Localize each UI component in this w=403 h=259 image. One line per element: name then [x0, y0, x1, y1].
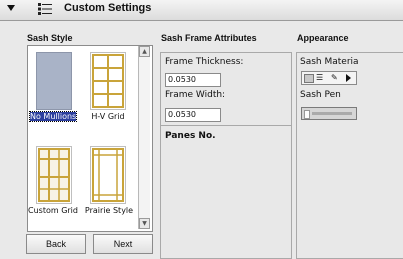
prairie-style-icon: [92, 148, 124, 202]
page-title: Custom Settings: [64, 2, 152, 14]
sash-material-picker[interactable]: ☰ ✎: [301, 71, 357, 85]
edit-icon: ✎: [331, 73, 338, 82]
hv-grid-icon: [92, 54, 124, 108]
style-thumb-hv-grid[interactable]: [90, 52, 126, 110]
appearance-title: Appearance: [297, 33, 349, 43]
sash-pen-label: Sash Pen: [300, 90, 341, 100]
style-thumb-prairie-style[interactable]: [90, 146, 126, 204]
scroll-down-icon[interactable]: ▼: [139, 218, 150, 229]
pen-line-sample: [312, 112, 352, 115]
style-label-custom-grid[interactable]: Custom Grid: [28, 206, 78, 215]
sash-frame-title: Sash Frame Attributes: [161, 33, 257, 43]
material-swatch-icon: [304, 74, 314, 83]
settings-list-icon: [38, 3, 52, 15]
custom-settings-header[interactable]: Custom Settings: [0, 0, 403, 21]
sash-material-label: Sash Materia: [300, 57, 359, 67]
frame-width-field[interactable]: 0.0530: [165, 108, 221, 122]
style-thumb-custom-grid[interactable]: [36, 146, 72, 204]
next-button[interactable]: Next: [93, 234, 153, 254]
frame-thickness-label: Frame Thickness:: [165, 57, 244, 67]
sash-frame-panel: Frame Thickness: 0.0530 Frame Width: 0.0…: [160, 52, 292, 259]
sash-pen-selector[interactable]: [301, 107, 357, 120]
sash-style-title: Sash Style: [27, 33, 73, 43]
frame-thickness-field[interactable]: 0.0530: [165, 73, 221, 87]
frame-width-label: Frame Width:: [165, 90, 226, 100]
style-label-hv-grid[interactable]: H-V Grid: [86, 112, 130, 121]
divider: [161, 125, 291, 126]
sash-style-gallery[interactable]: No Mullions H-V Grid Custom Grid Prairie…: [27, 45, 153, 232]
style-label-prairie-style[interactable]: Prairie Style: [84, 206, 134, 215]
back-button[interactable]: Back: [26, 234, 86, 254]
scroll-up-icon[interactable]: ▲: [139, 46, 150, 57]
chevron-right-icon[interactable]: [346, 74, 351, 82]
style-thumb-no-mullions[interactable]: [36, 52, 72, 110]
style-label-no-mullions[interactable]: No Mullions: [29, 111, 77, 122]
custom-grid-icon: [38, 148, 70, 202]
triangle-down-icon[interactable]: [7, 5, 15, 11]
gallery-scrollbar[interactable]: ▲ ▼: [138, 46, 150, 229]
appearance-panel: Sash Materia ☰ ✎ Sash Pen: [296, 52, 403, 259]
pen-slider-handle[interactable]: [304, 110, 310, 119]
list-icon: ☰: [316, 73, 324, 82]
panes-no-label: Panes No.: [165, 131, 216, 141]
